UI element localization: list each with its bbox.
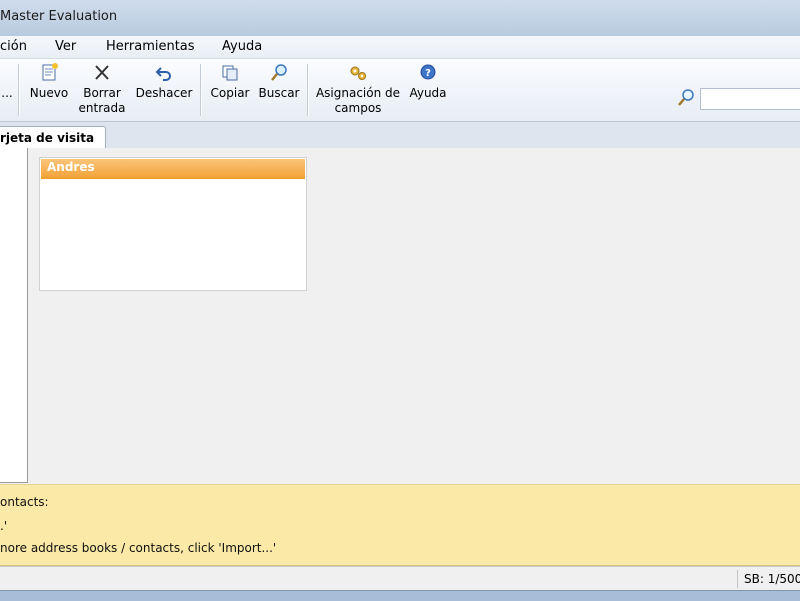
menu-bar: ción Ver Herramientas Ayuda xyxy=(0,36,800,59)
contact-list-pane[interactable] xyxy=(0,148,28,483)
toolbar-separator xyxy=(200,64,202,116)
window-title: Master Evaluation xyxy=(0,9,118,24)
info-line-1: ontacts: xyxy=(0,495,49,509)
info-line-2: .' xyxy=(0,519,8,533)
ayuda-button[interactable]: ? Ayuda xyxy=(406,61,450,119)
window-frame-bottom xyxy=(0,590,800,601)
main-area: Andres xyxy=(0,148,800,484)
help-icon: ? xyxy=(420,64,436,80)
business-card[interactable]: Andres xyxy=(39,157,307,291)
ayuda-label: Ayuda xyxy=(409,86,447,100)
copy-icon xyxy=(222,65,238,81)
status-sb-count: SB: 1/500 xyxy=(744,572,800,586)
campos-label: campos xyxy=(334,101,382,115)
toolbar-separator xyxy=(18,64,20,116)
title-bar: Master Evaluation xyxy=(0,0,800,36)
menu-ver[interactable]: Ver xyxy=(55,39,76,54)
buscar-button[interactable]: Buscar xyxy=(257,61,301,119)
copiar-label: Copiar xyxy=(210,86,250,100)
info-panel: ontacts: .' nore address books / contact… xyxy=(0,484,800,566)
tab-label: rjeta de visita xyxy=(0,131,95,145)
status-separator xyxy=(737,570,738,588)
deshacer-label: Deshacer xyxy=(135,86,193,100)
menu-ayuda[interactable]: Ayuda xyxy=(222,39,262,54)
overflow-button[interactable]: ... xyxy=(0,61,14,119)
delete-x-icon xyxy=(95,65,109,80)
magnifier-icon xyxy=(271,64,287,81)
info-line-3: nore address books / contacts, click 'Im… xyxy=(0,541,277,555)
overflow-label: ... xyxy=(1,86,13,100)
status-bar: SB: 1/500 xyxy=(0,566,800,591)
tab-strip: rjeta de visita xyxy=(0,122,800,149)
deshacer-button[interactable]: Deshacer xyxy=(134,61,194,119)
gears-icon xyxy=(350,66,366,80)
asignacion-campos-button[interactable]: Asignación de campos xyxy=(314,61,402,119)
copiar-button[interactable]: Copiar xyxy=(207,61,253,119)
tab-tarjeta-de-visita[interactable]: rjeta de visita xyxy=(0,126,106,148)
search-icon xyxy=(678,89,694,106)
menu-edicion[interactable]: ción xyxy=(0,39,27,54)
nuevo-label: Nuevo xyxy=(29,86,69,100)
undo-icon xyxy=(155,67,171,81)
toolbar-separator xyxy=(307,64,309,116)
svg-text:?: ? xyxy=(425,68,431,79)
entrada-label: entrada xyxy=(78,101,126,115)
borrar-label: Borrar xyxy=(83,86,121,100)
new-card-icon xyxy=(42,63,58,81)
menu-herramientas[interactable]: Herramientas xyxy=(106,39,195,54)
card-header: Andres xyxy=(41,159,305,179)
asignacion-label: Asignación de xyxy=(315,86,401,100)
nuevo-button[interactable]: Nuevo xyxy=(27,61,71,119)
buscar-label: Buscar xyxy=(258,86,300,100)
card-name: Andres xyxy=(47,160,95,174)
search-input[interactable] xyxy=(700,88,800,110)
borrar-entrada-button[interactable]: Borrar entrada xyxy=(77,61,127,119)
